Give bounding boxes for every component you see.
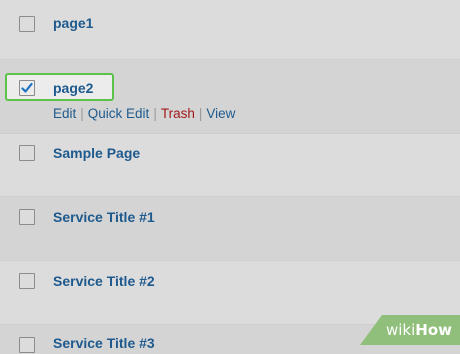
row-checkbox[interactable] [19, 145, 35, 161]
table-row: page1 [0, 0, 460, 59]
table-row: Service Title #1 [0, 196, 460, 260]
row-actions: Edit | Quick Edit | Trash | View [53, 106, 235, 121]
table-row: Sample Page [0, 133, 460, 196]
row-checkbox[interactable] [19, 80, 35, 96]
page-title-link[interactable]: page2 [53, 80, 93, 96]
page-title-link[interactable]: Service Title #1 [53, 209, 155, 225]
page-title-link[interactable]: Service Title #3 [53, 335, 155, 351]
page-title-link[interactable]: page1 [53, 15, 93, 31]
trash-link[interactable]: Trash [161, 106, 195, 121]
quick-edit-link[interactable]: Quick Edit [88, 106, 150, 121]
row-checkbox[interactable] [19, 337, 35, 353]
row-checkbox[interactable] [19, 209, 35, 225]
separator: | [80, 106, 84, 121]
table-row: Service Title #2 [0, 260, 460, 324]
row-checkbox[interactable] [19, 16, 35, 32]
page-title-link[interactable]: Sample Page [53, 145, 140, 161]
view-link[interactable]: View [206, 106, 235, 121]
edit-link[interactable]: Edit [53, 106, 76, 121]
page-title-link[interactable]: Service Title #2 [53, 273, 155, 289]
separator: | [198, 106, 203, 121]
watermark-text: wikiHow [385, 321, 452, 339]
row-checkbox[interactable] [19, 273, 35, 289]
checkmark-icon [21, 82, 33, 93]
separator: | [153, 106, 157, 121]
